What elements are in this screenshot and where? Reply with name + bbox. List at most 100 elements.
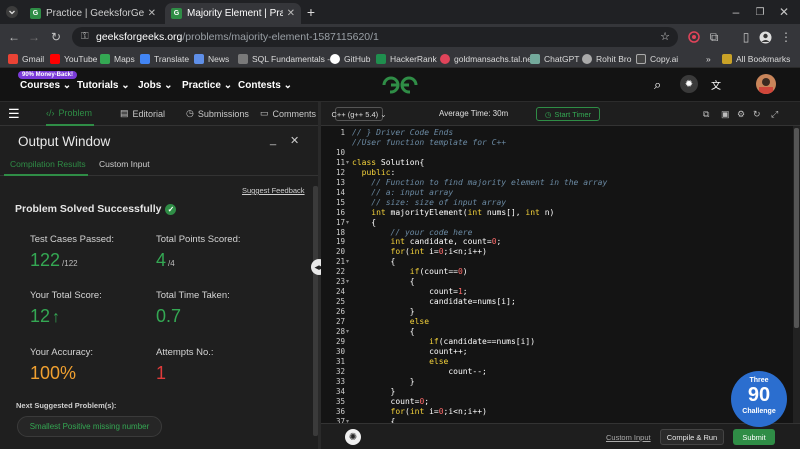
- code-line: for(int i=0;i<n;i++): [390, 247, 487, 257]
- tab-search-icon[interactable]: [4, 4, 20, 20]
- gfg-favicon-icon: G: [30, 8, 41, 19]
- menu-jobs[interactable]: Jobs ⌄: [138, 80, 173, 91]
- bookmark-sql-fundamentals[interactable]: SQL Fundamentals -...: [238, 52, 337, 66]
- test-cases-value: 122/122: [30, 250, 78, 271]
- bookmark-maps[interactable]: Maps: [100, 52, 135, 66]
- test-cases-total: /122: [62, 259, 78, 268]
- reset-code-icon[interactable]: ↻: [753, 109, 761, 120]
- bookmark-hackerrank[interactable]: HackerRank: [376, 52, 437, 66]
- bookmark-gmail[interactable]: Gmail: [8, 52, 44, 66]
- more-bookmarks-icon[interactable]: »: [706, 52, 711, 66]
- code-line: count=0;: [352, 396, 430, 406]
- expand-icon[interactable]: ⤢: [771, 109, 778, 120]
- copy-code-icon[interactable]: ▣: [721, 109, 730, 120]
- bookmark-chatgpt[interactable]: ChatGPT: [530, 52, 579, 66]
- close-tab-icon[interactable]: ✕: [287, 8, 295, 19]
- menu-practice[interactable]: Practice ⌄: [182, 80, 232, 91]
- time-label: Total Time Taken:: [156, 290, 230, 301]
- code-line: // Function to find majority element in …: [352, 177, 608, 187]
- bookmark-youtube[interactable]: YouTube: [50, 52, 97, 66]
- gfg-favicon-icon: G: [171, 8, 182, 19]
- submit-button[interactable]: Submit: [733, 429, 775, 445]
- line-number: 18: [335, 227, 345, 237]
- fold-arrow-icon[interactable]: ▾: [346, 219, 349, 226]
- code-line: }: [352, 307, 415, 317]
- close-output-icon[interactable]: ✕: [290, 134, 299, 147]
- site-info-icon[interactable]: ⚿: [81, 31, 89, 42]
- tab-editorial[interactable]: ▤ Editorial: [120, 108, 165, 119]
- goldmansachs-icon: [440, 54, 450, 64]
- url-field[interactable]: ⚿ geeksforgeeks.org/problems/majority-el…: [72, 27, 678, 47]
- language-select[interactable]: C++ (g++ 5.4) ⌄: [331, 107, 387, 121]
- output-window-title: Output Window: [18, 134, 111, 149]
- suggest-feedback-link[interactable]: Suggest Feedback: [242, 186, 305, 195]
- new-tab-icon[interactable]: +: [303, 4, 319, 20]
- line-number: 20: [335, 247, 345, 257]
- line-number: 21: [335, 257, 345, 267]
- bookmark-copy-ai[interactable]: Copy.ai: [636, 52, 678, 66]
- bookmark-news[interactable]: News: [194, 52, 229, 66]
- bookmark-rohit-bro[interactable]: Rohit Bro: [582, 52, 631, 66]
- custom-input-link[interactable]: Custom Input: [606, 433, 651, 442]
- hamburger-menu-icon[interactable]: ☰: [8, 106, 20, 122]
- bookmark-translate[interactable]: Translate: [140, 52, 189, 66]
- browser-menu-icon[interactable]: ⋮: [778, 29, 794, 45]
- three-90-challenge-badge[interactable]: Three 90 Challenge: [731, 371, 787, 427]
- fold-arrow-icon[interactable]: ▾: [346, 328, 349, 335]
- all-bookmarks[interactable]: All Bookmarks: [722, 52, 790, 66]
- minimize-window-icon[interactable]: –: [728, 4, 744, 20]
- bookmark-star-icon[interactable]: ☆: [660, 30, 670, 43]
- sql-icon: [238, 54, 248, 64]
- bookmark-label: goldmansachs.tal.net: [454, 54, 535, 64]
- compile-run-button[interactable]: Compile & Run: [660, 429, 724, 445]
- tab-problem[interactable]: ‹/› Problem: [46, 108, 92, 118]
- next-problem-chip[interactable]: Smallest Positive missing number: [17, 416, 162, 437]
- user-avatar[interactable]: [756, 74, 776, 94]
- forward-icon[interactable]: →: [26, 29, 42, 45]
- side-panel-icon[interactable]: ▯: [738, 29, 754, 45]
- search-icon[interactable]: ⌕: [654, 77, 661, 93]
- output-tabs: Compilation Results Custom Input: [0, 154, 318, 176]
- fold-arrow-icon[interactable]: ▾: [346, 278, 349, 285]
- editor-scrollbar-thumb[interactable]: [794, 128, 799, 328]
- menu-tutorials[interactable]: Tutorials ⌄: [77, 80, 130, 91]
- theme-toggle-icon[interactable]: ✹: [680, 75, 698, 93]
- restore-window-icon[interactable]: ❐: [752, 4, 768, 20]
- code-editor[interactable]: 1 // } Driver Code Ends//User function te…: [321, 126, 800, 423]
- close-window-icon[interactable]: ✕: [776, 4, 792, 20]
- bookmark-label: ChatGPT: [544, 54, 580, 64]
- tab-compilation-results[interactable]: Compilation Results: [10, 159, 86, 169]
- youtube-icon: [50, 54, 60, 64]
- bookmark-github[interactable]: GitHub: [330, 52, 370, 66]
- code-line: count--;: [352, 366, 487, 376]
- tab-custom-input[interactable]: Custom Input: [99, 159, 150, 169]
- settings-gear-icon[interactable]: ⚙: [737, 109, 745, 120]
- code-icon: ‹/›: [46, 108, 55, 118]
- points-total: /4: [168, 259, 175, 268]
- fullscreen-icon[interactable]: ⧉: [703, 109, 709, 120]
- bookmark-goldmansachs[interactable]: goldmansachs.tal.net: [440, 52, 534, 66]
- code-line: if(count==0): [409, 267, 468, 277]
- browser-tab-majority-element[interactable]: G Majority Element | Practice | Ge ✕: [165, 3, 301, 24]
- extension-record-icon[interactable]: [686, 29, 702, 45]
- tab-comments[interactable]: ▭ Comments: [260, 108, 316, 119]
- minimize-output-icon[interactable]: _: [270, 134, 276, 146]
- money-back-badge[interactable]: 90% Money-Back!: [18, 71, 78, 79]
- tab-submissions[interactable]: ◷ Submissions: [186, 108, 249, 119]
- back-icon[interactable]: ←: [6, 29, 22, 45]
- menu-courses[interactable]: Courses ⌄: [20, 80, 71, 91]
- hint-lightbulb-icon[interactable]: ✺: [345, 429, 361, 445]
- reload-icon[interactable]: ↻: [48, 29, 64, 45]
- browser-tab-practice[interactable]: G Practice | GeeksforGeeks | A co ✕: [24, 3, 162, 24]
- start-timer-button[interactable]: ◷ Start Timer: [536, 107, 600, 121]
- test-cases-label: Test Cases Passed:: [30, 234, 114, 245]
- fold-arrow-icon[interactable]: ▾: [346, 258, 349, 265]
- menu-contests[interactable]: Contests ⌄: [238, 80, 292, 91]
- fold-arrow-icon[interactable]: ▾: [346, 159, 349, 166]
- code-line: // a: input array: [352, 187, 454, 197]
- profile-avatar-icon[interactable]: [757, 29, 773, 45]
- gfg-logo[interactable]: [380, 74, 420, 96]
- translate-icon[interactable]: 文: [711, 77, 721, 92]
- close-tab-icon[interactable]: ✕: [148, 8, 156, 19]
- extensions-puzzle-icon[interactable]: ⧉: [706, 29, 722, 45]
